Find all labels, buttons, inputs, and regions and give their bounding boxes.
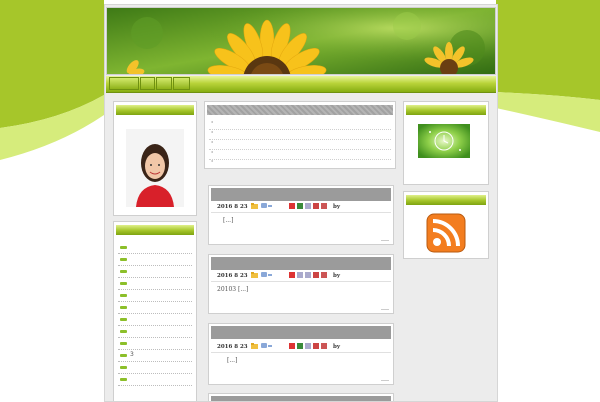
bullet-icon [120, 318, 127, 321]
sunflower-banner-image [107, 8, 495, 74]
profile-widget [113, 101, 197, 216]
post-footer [381, 380, 389, 381]
post-entry: 2016 8 23 by 20103 [...] [208, 254, 394, 314]
main-navigation [106, 76, 496, 93]
bullet-icon [120, 258, 127, 261]
widget-heading [406, 195, 486, 205]
clock-icon[interactable] [418, 124, 470, 158]
bullet-icon [120, 270, 127, 273]
recent-posts-widget: ° ° ° ° ° [204, 101, 396, 169]
sidebar-item[interactable]: 3 [118, 350, 192, 362]
rss-widget [403, 191, 489, 259]
sidebar-item[interactable] [118, 338, 192, 350]
rss-icon[interactable] [426, 213, 466, 253]
divider [211, 281, 391, 282]
sidebar-item[interactable] [118, 254, 192, 266]
post-date: 2016 8 23 [217, 204, 248, 210]
sidebar-item[interactable] [118, 242, 192, 254]
divider [211, 212, 391, 213]
post-title[interactable] [211, 326, 391, 339]
clock-widget [403, 101, 489, 185]
page-container: 3 ° ° ° ° ° 2016 8 23 by [...] 2016 8 23… [104, 4, 498, 402]
post-title[interactable] [211, 188, 391, 201]
folder-icon[interactable] [251, 272, 258, 278]
post-entry [208, 393, 394, 401]
widget-heading [116, 225, 194, 235]
nav-item-1[interactable] [109, 77, 139, 90]
comment-icon[interactable] [261, 272, 273, 278]
post-footer [381, 240, 389, 241]
share-icons[interactable] [289, 343, 331, 349]
list-item[interactable]: ° [209, 140, 391, 150]
post-author: by [333, 273, 341, 279]
post-excerpt: 20103 [...] [217, 286, 249, 293]
sidebar-item[interactable] [118, 374, 192, 386]
category-widget: 3 [113, 221, 197, 401]
list-item[interactable]: ° [209, 120, 391, 130]
post-footer [381, 309, 389, 310]
folder-icon[interactable] [251, 203, 258, 209]
folder-icon[interactable] [251, 343, 258, 349]
bullet-icon [120, 246, 127, 249]
bullet-icon [120, 354, 127, 357]
nav-item-4[interactable] [173, 77, 190, 90]
bullet-icon [120, 330, 127, 333]
post-date: 2016 8 23 [217, 344, 248, 350]
post-author: by [333, 344, 341, 350]
sidebar-item[interactable] [118, 314, 192, 326]
list-item[interactable]: ° [209, 159, 391, 168]
list-item[interactable]: ° [209, 130, 391, 140]
post-author: by [333, 204, 341, 210]
bullet-icon [120, 282, 127, 285]
sidebar-item[interactable] [118, 362, 192, 374]
comment-icon[interactable] [261, 343, 273, 349]
nav-item-2[interactable] [140, 77, 155, 90]
header-banner [106, 7, 496, 75]
divider [211, 352, 391, 353]
bullet-icon [120, 378, 127, 381]
post-date: 2016 8 23 [217, 273, 248, 279]
sidebar-item[interactable] [118, 302, 192, 314]
post-title[interactable] [211, 257, 391, 270]
sidebar-item[interactable] [118, 278, 192, 290]
widget-heading [116, 105, 194, 115]
bullet-icon [120, 342, 127, 345]
profile-photo[interactable] [126, 129, 184, 207]
sidebar-item[interactable] [118, 266, 192, 278]
sidebar-item[interactable] [118, 326, 192, 338]
share-icons[interactable] [289, 203, 331, 209]
bullet-icon [120, 294, 127, 297]
post-entry: 2016 8 23 by [...] [208, 323, 394, 385]
widget-heading [207, 105, 393, 115]
share-icons[interactable] [289, 272, 331, 278]
post-entry: 2016 8 23 by [...] [208, 185, 394, 245]
bullet-icon [120, 306, 127, 309]
bullet-icon [120, 366, 127, 369]
sidebar-item[interactable] [118, 290, 192, 302]
post-title[interactable] [211, 396, 391, 401]
nav-item-3[interactable] [156, 77, 172, 90]
post-excerpt: [...] [223, 217, 234, 224]
comment-icon[interactable] [261, 203, 273, 209]
post-excerpt: [...] [227, 357, 238, 364]
widget-heading [406, 105, 486, 115]
